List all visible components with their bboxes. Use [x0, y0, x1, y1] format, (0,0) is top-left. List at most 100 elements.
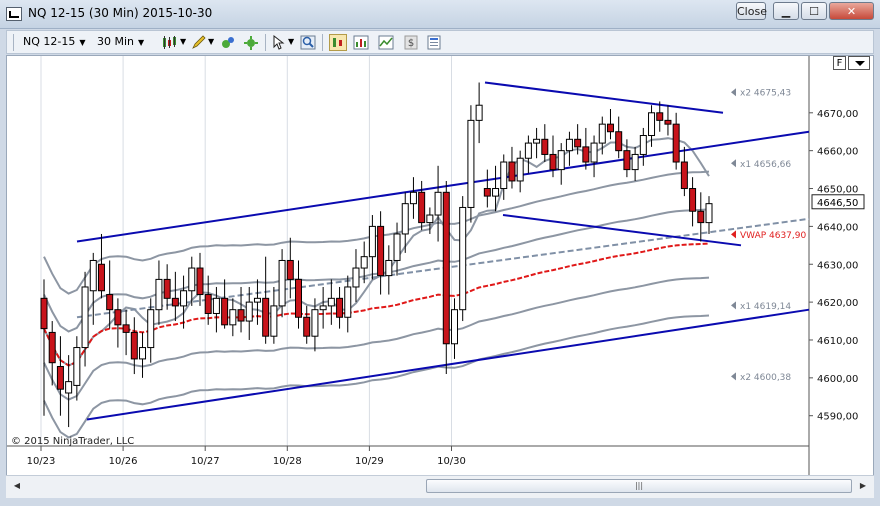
scroll-left-icon[interactable]: ◀ [10, 479, 24, 493]
y-tick-label: 4630,00 [817, 260, 858, 271]
candle-down [97, 263, 105, 292]
candle-down [196, 267, 204, 296]
drawing-pencil-icon[interactable] [191, 35, 207, 50]
candle-down [541, 138, 549, 155]
line-chart-icon[interactable] [378, 35, 394, 50]
candle-up [393, 233, 401, 261]
annotation-label: x1 4656,66 [740, 160, 791, 170]
scroll-right-icon[interactable]: ▶ [856, 479, 870, 493]
candle-up [557, 150, 565, 171]
candle-down [418, 191, 426, 224]
candle-down [508, 161, 516, 182]
candle-up [409, 191, 417, 205]
chart-options-dropdown[interactable] [848, 56, 870, 70]
instrument-selector[interactable]: NQ 12-15 ▼ [23, 34, 86, 50]
zoom-icon[interactable] [300, 35, 316, 50]
annotation-marker [731, 159, 736, 168]
candle-down [549, 153, 557, 171]
candle-up [639, 135, 647, 155]
x-tick-label: 10/28 [273, 456, 302, 467]
candle-down [689, 188, 697, 212]
candle-down [623, 150, 631, 171]
indicator-icon[interactable] [220, 35, 236, 50]
annotation-marker [731, 230, 736, 239]
window-close-label-button[interactable]: Close [736, 2, 767, 20]
candle-up [311, 309, 319, 337]
candle-down [262, 297, 270, 337]
x-tick-label: 10/30 [437, 456, 466, 467]
candle-up [270, 305, 278, 337]
interval-selector[interactable]: 30 Min ▼ [97, 34, 144, 50]
candle-up [533, 138, 541, 144]
candle-down [56, 365, 64, 390]
candle-up [492, 188, 500, 197]
candle-down [130, 331, 138, 360]
candle-down [582, 146, 590, 163]
candle-down [114, 309, 122, 326]
candle-up [139, 347, 147, 360]
candle-up [89, 259, 97, 292]
candle-up [426, 214, 434, 224]
last-price-label: 4646,50 [817, 198, 858, 209]
candle-up [648, 112, 656, 137]
candle-up [229, 309, 237, 326]
pointer-cursor-icon[interactable] [271, 35, 287, 50]
data-box-icon[interactable] [329, 34, 347, 51]
horizontal-scrollbar[interactable]: ◀ ||| ▶ [6, 475, 874, 498]
candle-down [483, 188, 491, 197]
candle-up [631, 153, 639, 171]
candle-down [672, 123, 680, 163]
maximize-button[interactable]: ☐ [801, 2, 827, 20]
chevron-down-icon[interactable]: ▼ [288, 34, 294, 50]
price-chart[interactable]: x2 4675,43 x1 4656,66 VWAP 4637,90 x1 4619,… [7, 56, 873, 475]
bar-chart-properties-icon[interactable] [353, 35, 369, 50]
chevron-down-icon: ▼ [79, 38, 86, 47]
chevron-down-icon: ▼ [138, 38, 145, 47]
interval-label: 30 Min [97, 35, 135, 48]
candle-up [253, 297, 261, 303]
lower-band-2-line [43, 314, 710, 439]
candle-up [368, 225, 376, 258]
window-title: NQ 12-15 (30 Min) 2015-10-30 [28, 6, 213, 20]
candle-down [237, 309, 245, 322]
candle-up [212, 297, 220, 314]
y-tick-label: 4660,00 [817, 147, 858, 158]
scroll-thumb[interactable]: ||| [426, 479, 852, 493]
candle-down [295, 278, 303, 318]
candlestick-style-icon[interactable] [161, 35, 179, 50]
candle-up [467, 119, 475, 208]
chevron-down-icon[interactable]: ▼ [180, 34, 186, 50]
annotation-marker [731, 372, 736, 381]
candle-up [598, 123, 606, 144]
candle-down [697, 210, 705, 224]
candle-down [377, 225, 385, 277]
lower-band-1-line [43, 276, 710, 401]
candle-down [574, 138, 582, 148]
candle-down [163, 278, 171, 299]
candle-down [303, 316, 311, 337]
chevron-down-icon[interactable]: ▼ [208, 34, 214, 50]
minimize-button[interactable]: ▁ [773, 2, 799, 20]
toolbar-separator [265, 34, 266, 51]
y-tick-label: 4590,00 [817, 412, 858, 423]
dollar-icon[interactable]: $ [403, 35, 419, 50]
svg-text:$: $ [408, 38, 414, 49]
annotation-label: x2 4600,38 [740, 373, 791, 383]
candle-down [664, 119, 672, 125]
close-button[interactable]: ✕ [829, 2, 874, 20]
instrument-label: NQ 12-15 [23, 35, 76, 48]
candle-up [245, 301, 253, 322]
strategy-icon[interactable] [243, 35, 259, 50]
candle-up [352, 267, 360, 288]
chart-format-button[interactable]: F [833, 56, 846, 70]
copyright-label: © 2015 NinjaTrader, LLC [11, 436, 134, 447]
candle-up [565, 138, 573, 152]
candle-down [40, 297, 48, 330]
chart-properties-icon[interactable] [426, 35, 442, 50]
minimize-icon: ▁ [781, 5, 791, 18]
chart-app-icon [6, 7, 22, 21]
x-tick-label: 10/29 [355, 456, 384, 467]
window-titlebar: NQ 12-15 (30 Min) 2015-10-30 Close ▁ ☐ ✕ [0, 0, 880, 29]
candle-up [434, 191, 442, 216]
candle-up [401, 203, 409, 235]
